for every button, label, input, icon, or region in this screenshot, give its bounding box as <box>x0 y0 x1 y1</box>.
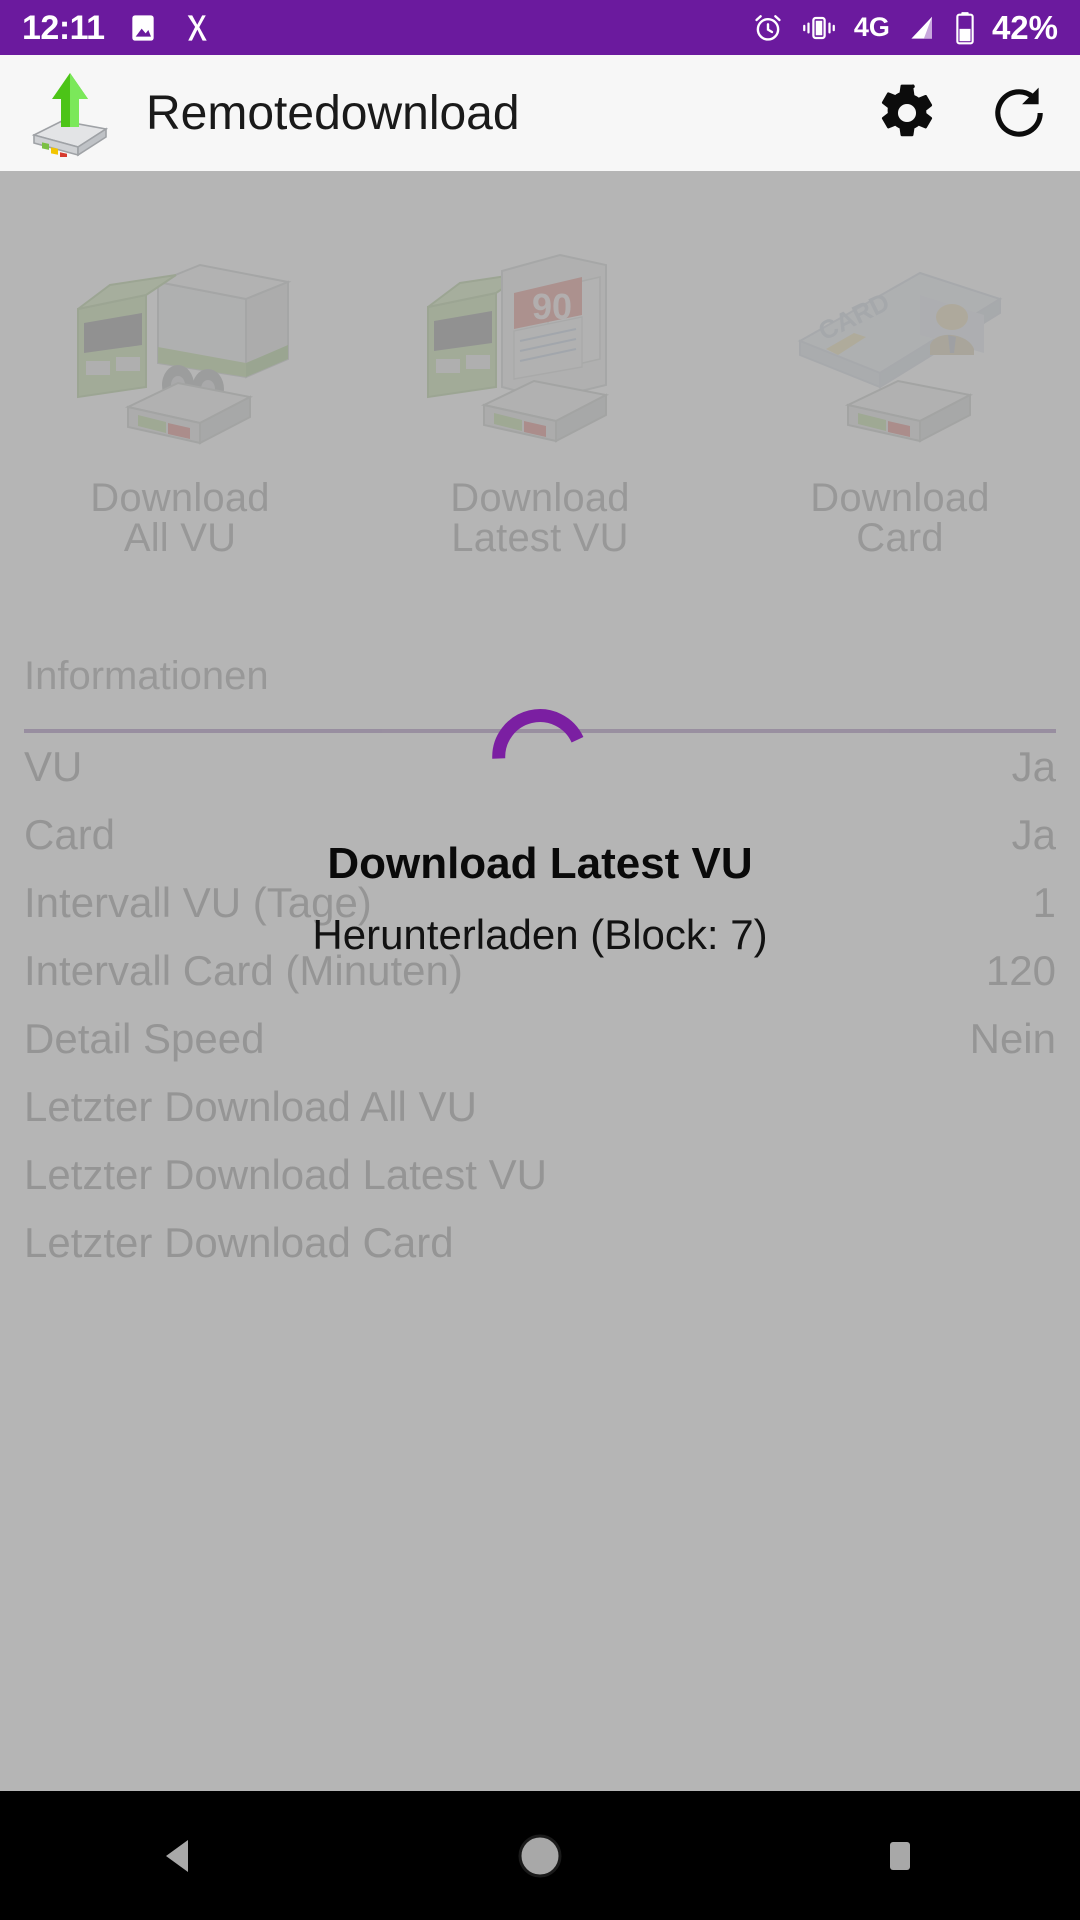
gear-icon[interactable] <box>876 82 938 144</box>
app-bar: Remotedownload <box>0 55 1080 171</box>
photo-icon <box>127 12 159 44</box>
refresh-icon[interactable] <box>988 82 1050 144</box>
android-nav-bar <box>0 1791 1080 1920</box>
app-bar-actions <box>876 82 1050 144</box>
status-bar-left: 12:11 <box>22 11 213 45</box>
x-app-icon <box>181 11 213 45</box>
dialog-title: Download Latest VU <box>327 839 753 888</box>
home-circle-icon[interactable] <box>465 1791 615 1920</box>
status-bar-right: 4G 42% <box>752 11 1058 45</box>
progress-spinner-icon <box>485 691 595 801</box>
battery-icon <box>954 11 976 45</box>
remote-download-logo-icon <box>26 69 114 160</box>
page-title: Remotedownload <box>146 86 520 140</box>
vibrate-icon <box>800 13 838 43</box>
alarm-icon <box>752 12 784 44</box>
battery-percent: 42% <box>991 9 1058 46</box>
phone-screen: 12:11 4G 42% Remotedownload Download All… <box>0 0 1080 1920</box>
status-bar: 12:11 4G 42% <box>0 0 1080 55</box>
status-time: 12:11 <box>22 8 105 47</box>
progress-dialog: Download Latest VU Herunterladen (Block:… <box>0 171 1080 1791</box>
back-triangle-icon[interactable] <box>105 1791 255 1920</box>
recents-square-icon[interactable] <box>825 1791 975 1920</box>
signal-icon <box>906 13 938 43</box>
dialog-message: Herunterladen (Block: 7) <box>312 911 768 958</box>
network-type-label: 4G <box>853 12 890 42</box>
